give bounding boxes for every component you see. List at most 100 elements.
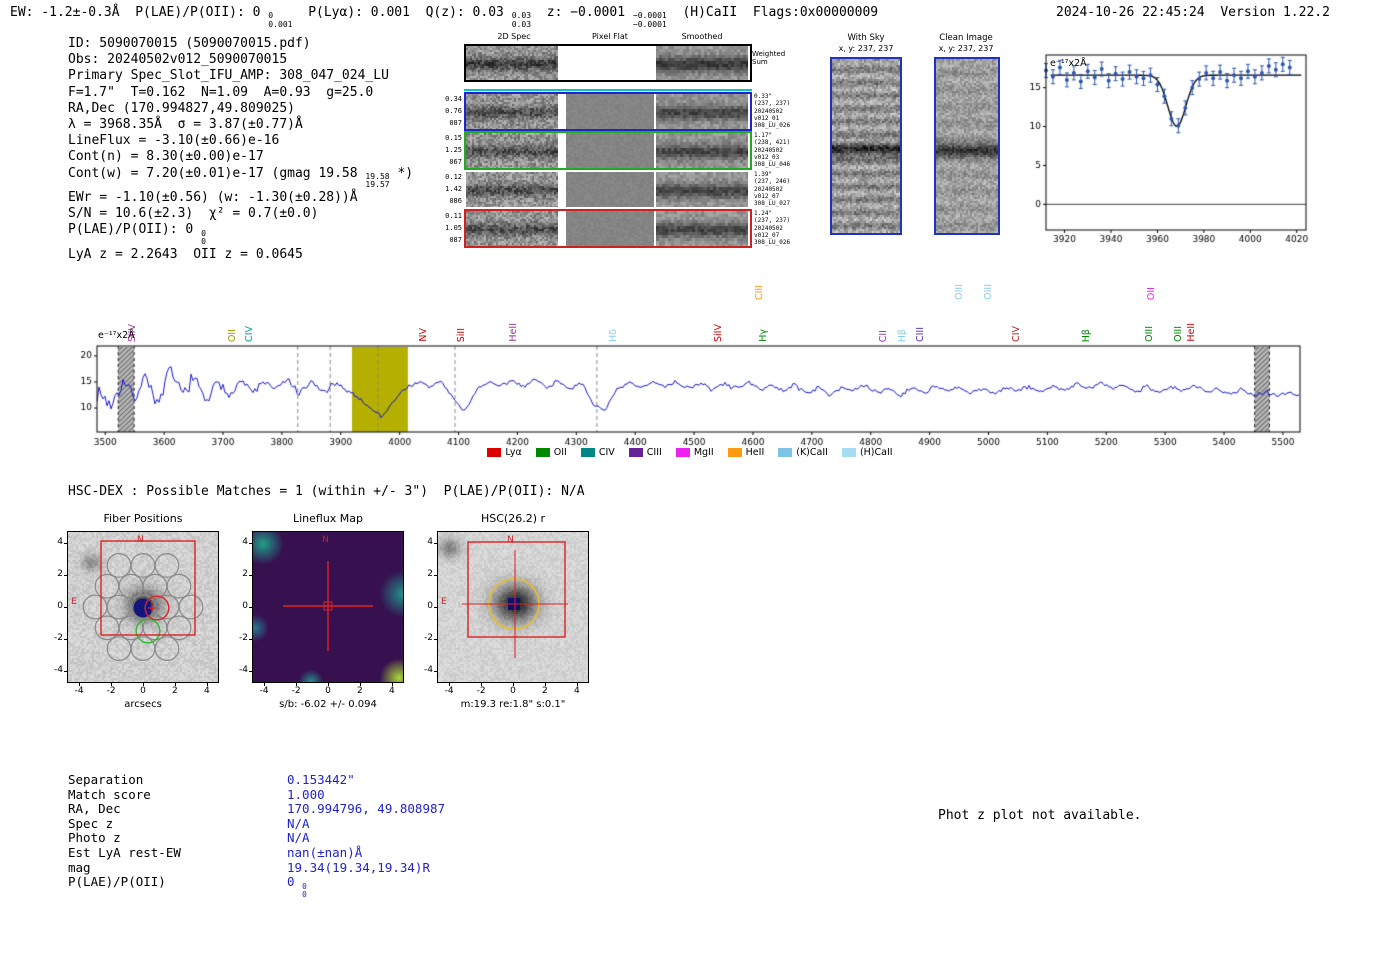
tick-mark <box>449 683 451 686</box>
with-sky-title: With Sky <box>847 33 885 43</box>
legend-item: (H)CaII <box>841 447 893 458</box>
fiber-circle <box>118 573 144 599</box>
full-spectrum-plot <box>62 338 1318 454</box>
cutout-x-tick-label: 2 <box>172 686 178 696</box>
cutout-x-tick-label: 4 <box>203 686 210 696</box>
header-segment: Q(z): 0.03 <box>425 5 504 20</box>
header-segment: P(Lyα): 0.001 <box>308 5 410 20</box>
cutout-y-tick-label: -4 <box>424 664 433 675</box>
fiber-circle <box>154 553 180 578</box>
compass-east-label: E <box>441 597 447 607</box>
spec2d-col-header: 2D Spec <box>497 32 531 41</box>
match-row-value: N/A <box>287 815 310 831</box>
spectral-line-label: OII <box>1145 286 1157 300</box>
fiber-circle <box>142 573 168 599</box>
legend-item: Lyα <box>487 447 522 458</box>
spec2d-col-header: Pixel Flat <box>592 32 628 41</box>
spec2d-row-smoothed <box>656 172 748 207</box>
spec2d-row-left-labels: 0.15 1.25 067 <box>445 134 462 166</box>
match-row-value: 1.000 <box>287 786 325 802</box>
weighted-sum-label: Sum <box>752 58 768 66</box>
spec2d-row-2dspec <box>466 172 558 207</box>
cutout-x-tick-label: 4 <box>388 686 395 696</box>
cutout-x-tick-label: -4 <box>259 686 269 696</box>
legend-item: HeII <box>727 447 765 458</box>
tick-mark <box>359 683 361 686</box>
cutout-x-tick-label: -4 <box>444 686 454 696</box>
tick-mark <box>481 683 483 686</box>
legend-item: MgII <box>675 447 714 458</box>
legend-label: Lyα <box>505 447 522 458</box>
tick-mark <box>206 683 208 686</box>
header-datetime: 2024-10-26 22:45:24 Version 1.22.2 <box>1056 5 1330 20</box>
fiber-circle <box>118 615 144 641</box>
zoom-plot-units-label: e⁻¹⁷x2Å <box>1050 58 1087 69</box>
lineflux-crosshair-overlay <box>283 561 373 651</box>
legend-swatch <box>778 448 793 457</box>
fiber-circle <box>82 594 108 620</box>
hsc-r-overlay <box>462 541 568 658</box>
cutout-y-tick-label: 2 <box>427 569 433 580</box>
tick-mark <box>328 683 329 686</box>
spec2d-row-annotations: 1.24" (237, 237) 20240502 v012_07 308_LU… <box>754 210 791 247</box>
cutout-x-tick-label: -4 <box>74 686 84 696</box>
cutout-y-tick-label: -4 <box>239 664 248 675</box>
spec2d-row-left-labels: 0.34 0.76 087 <box>445 95 462 127</box>
tick-mark <box>544 683 546 686</box>
fiber-circle <box>130 553 156 578</box>
header-summary: EW: -1.2±-0.3Å P(LAE)/P(OII): 0 0 0.001 P… <box>10 5 878 29</box>
cutout-y-tick-label: 0 <box>57 601 63 611</box>
compass-east-label: E <box>71 597 77 607</box>
lineflux-map-title: Lineflux Map <box>292 512 364 525</box>
stacked-value: 19.58 19.57 <box>365 172 390 190</box>
stacked-value: 00 <box>302 881 307 899</box>
legend-label: (H)CaII <box>859 447 893 458</box>
match-row-value: 0.153442" <box>287 772 355 787</box>
hsc-r-title: HSC(26.2) r <box>480 512 546 525</box>
clean-image-title: Clean Image <box>939 33 993 43</box>
info-line: Cont(n) = 8.30(±0.00)e-17 <box>68 149 264 165</box>
line-fit-zoom-plot <box>1012 48 1312 248</box>
cutout-y-tick-label: 2 <box>242 569 248 580</box>
header-segment: Flags:0x00000009 <box>752 5 879 20</box>
info-line: P(LAE)/P(OII): 0 00 <box>68 222 206 247</box>
weighted-sum-label: Weighted <box>752 50 786 58</box>
legend-swatch <box>675 448 690 457</box>
cutout-y-tick-label: 4 <box>57 537 63 548</box>
cutout-x-tick-label: -2 <box>106 686 116 696</box>
spec2d-row-frame <box>464 209 752 248</box>
spectral-line-labels: SiIV OII CIV NV SiII HeII Hδ SiIV CIII Hγ CII Hβ CII… <box>62 256 1318 344</box>
clean-image-coords: x, y: 237, 237 <box>938 44 994 53</box>
legend-swatch <box>727 448 742 457</box>
caii-k-marker-line <box>464 89 752 91</box>
header-segment: z: −0.0001 <box>546 5 626 20</box>
legend-swatch <box>580 448 595 457</box>
spectrum-units-label: e⁻¹⁷x2Å <box>98 330 135 341</box>
spec2d-row-annotations: 0.33" (237, 237) 20240502 v012_01 308_LU… <box>754 93 791 130</box>
info-line: LineFlux = -3.10(±0.66)e-16 <box>68 133 280 149</box>
info-line: RA,Dec (170.994827,49.809025) <box>68 100 295 116</box>
spec2d-col-header: Smoothed <box>681 32 723 41</box>
match-row-label: Est LyA rest-EW <box>68 845 181 860</box>
info-line: ID: 5090070015 (5090070015.pdf) <box>68 36 311 51</box>
match-row-label: Separation <box>68 772 144 787</box>
spec2d-row-frame <box>464 92 752 131</box>
compass-north-label: N <box>507 535 514 545</box>
header-segment: EW: -1.2±-0.3Å <box>10 5 120 20</box>
match-row-value: N/A <box>287 830 310 846</box>
legend-label: HeII <box>745 447 765 458</box>
cutout-x-tick-label: 0 <box>140 686 146 696</box>
tick-mark <box>143 683 144 686</box>
fiber-circle <box>178 594 204 620</box>
spec2d-weighted-2dspec <box>466 46 558 80</box>
info-line: Primary Spec_Slot_IFU_AMP: 308_047_024_L… <box>68 68 389 84</box>
stacked-value: 00 <box>201 228 206 247</box>
tick-mark <box>576 683 578 686</box>
detection-info-block: ID: 5090070015 (5090070015.pdf) Obs: 2024… <box>68 36 413 263</box>
lineflux-map-caption: s/b: -6.02 +/- 0.094 <box>279 699 377 710</box>
fiber-circle <box>106 594 132 620</box>
legend-label: (K)CaII <box>796 447 828 458</box>
spec2d-row-annotations: 1.39" (237, 246) 20240502 v012_07 308_LU… <box>754 171 791 208</box>
tick-mark <box>174 683 176 686</box>
match-row-value: nan(±nan)Å <box>287 845 363 860</box>
